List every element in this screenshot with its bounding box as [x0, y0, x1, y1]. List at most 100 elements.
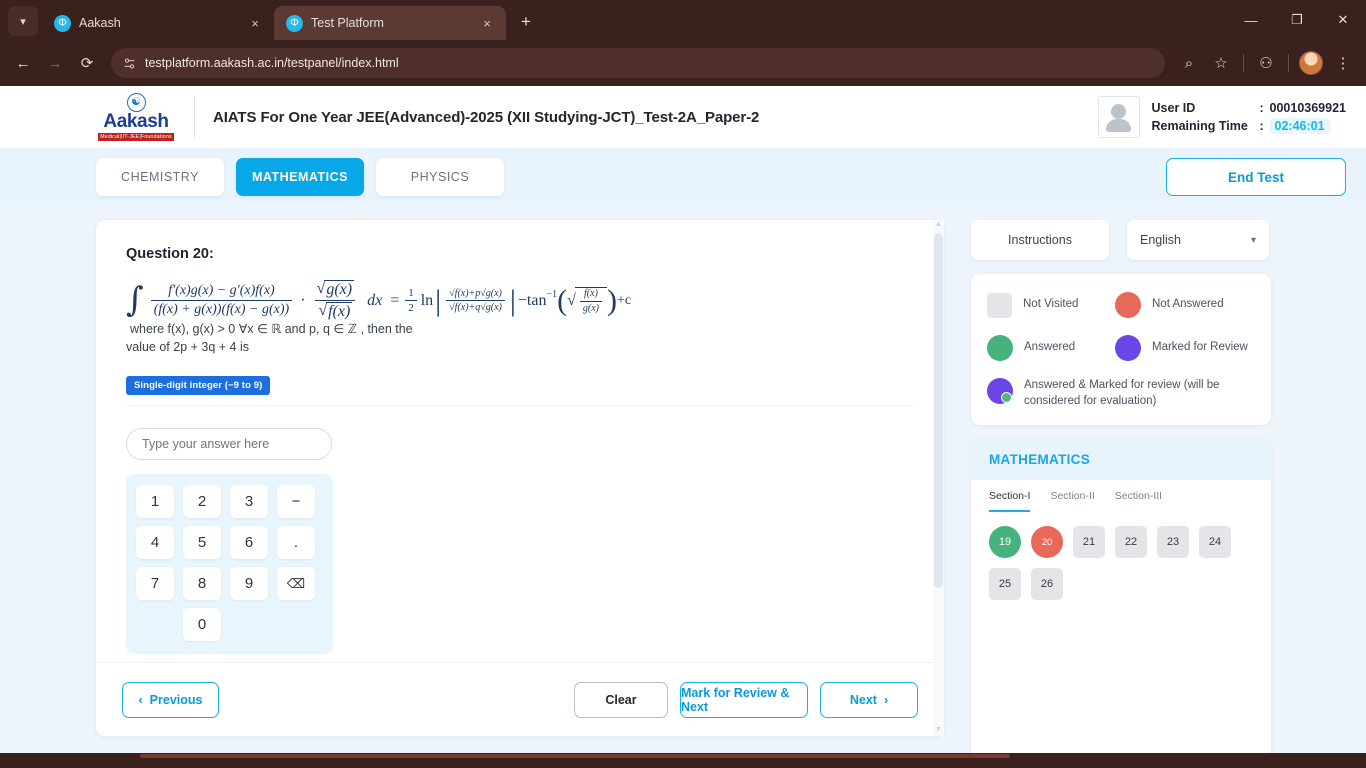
- extensions-icon[interactable]: ⚇: [1251, 48, 1281, 78]
- page-title: AIATS For One Year JEE(Advanced)-2025 (X…: [213, 108, 760, 126]
- body-area: Question 20: ∫ f′(x)g(x) − g′(x)f(x) (f(…: [0, 206, 1366, 758]
- palette-subject-title: MATHEMATICS: [971, 439, 1271, 481]
- tab-physics[interactable]: PHYSICS: [376, 158, 504, 196]
- profile-avatar[interactable]: [1296, 48, 1326, 78]
- next-button[interactable]: Next ›: [820, 681, 918, 718]
- legend-label: Answered: [1024, 341, 1076, 354]
- site-header: ☯ Aakash Medical|IIT-JEE|Foundations AIA…: [0, 86, 1366, 148]
- question-footer: ‹ Previous Clear Mark for Review & Next …: [96, 662, 944, 736]
- ratio-denominator: √f(x)+q√g(x): [446, 300, 505, 314]
- user-avatar: [1097, 96, 1140, 138]
- avatar: [1299, 51, 1323, 75]
- chevron-down-icon: ▾: [1250, 234, 1256, 246]
- tab-search-button[interactable]: ▾: [8, 6, 38, 36]
- previous-button[interactable]: ‹ Previous: [122, 681, 219, 718]
- close-icon[interactable]: ×: [246, 14, 264, 32]
- paren-left: (: [557, 283, 568, 317]
- question-scrollbar[interactable]: ▲ ▼: [933, 220, 944, 736]
- chevron-left-icon: ‹: [138, 692, 143, 707]
- dx: dx: [367, 291, 383, 309]
- legend-answered-and-marked: Answered & Marked for review (will be co…: [987, 378, 1255, 409]
- tab-chemistry[interactable]: CHEMISTRY: [96, 158, 224, 196]
- search-icon[interactable]: ⌕: [1174, 48, 1204, 78]
- question-number-button[interactable]: 24: [1199, 526, 1231, 559]
- minimize-icon[interactable]: —: [1228, 0, 1274, 40]
- key-1[interactable]: 1: [136, 485, 174, 519]
- sqrt-f: f(x): [326, 302, 353, 321]
- scrollbar-thumb[interactable]: [934, 233, 943, 588]
- question-number-button[interactable]: 20: [1031, 526, 1063, 559]
- scroll-up-icon[interactable]: ▲: [935, 220, 942, 231]
- maximize-icon[interactable]: ❐: [1274, 0, 1320, 40]
- key-dot[interactable]: .: [277, 526, 315, 560]
- header-divider: [194, 96, 195, 138]
- key-8[interactable]: 8: [183, 567, 221, 601]
- question-number-button[interactable]: 26: [1031, 568, 1063, 601]
- forward-icon[interactable]: →: [40, 48, 70, 78]
- question-number-button[interactable]: 21: [1073, 526, 1105, 559]
- language-selected-value: English: [1140, 233, 1181, 247]
- user-info: User ID : 00010369921 Remaining Time : 0…: [1097, 96, 1346, 138]
- close-icon[interactable]: ×: [478, 14, 496, 32]
- new-tab-button[interactable]: +: [512, 8, 540, 36]
- abs-bar-right: |: [509, 283, 516, 317]
- mark-for-review-next-button[interactable]: Mark for Review & Next: [680, 681, 808, 718]
- toolbar-divider: [1243, 54, 1244, 72]
- aakash-favicon: Φ: [54, 14, 71, 32]
- address-bar[interactable]: testplatform.aakash.ac.in/testpanel/inde…: [111, 48, 1165, 78]
- instructions-button[interactable]: Instructions: [971, 220, 1109, 260]
- browser-tab-aakash[interactable]: Φ Aakash ×: [42, 6, 274, 40]
- tab-strip: ▾ Φ Aakash × Φ Test Platform × + — ❐ ✕: [0, 0, 1366, 40]
- right-rail: Instructions English ▾ Not Visited Not A…: [971, 220, 1271, 758]
- subject-tab-bar: CHEMISTRY MATHEMATICS PHYSICS End Test: [0, 148, 1366, 206]
- url-text: testplatform.aakash.ac.in/testpanel/inde…: [145, 56, 399, 70]
- ln: ln: [420, 291, 434, 309]
- section-tab-1[interactable]: Section-I: [989, 490, 1031, 513]
- question-number-button[interactable]: 22: [1115, 526, 1147, 559]
- scrollbar-track[interactable]: [934, 231, 943, 725]
- aakash-logo[interactable]: ☯ Aakash Medical|IIT-JEE|Foundations: [88, 93, 184, 141]
- inner-numerator: f(x): [584, 288, 598, 300]
- close-window-icon[interactable]: ✕: [1320, 0, 1366, 40]
- question-number-button[interactable]: 23: [1157, 526, 1189, 559]
- site-settings-icon[interactable]: [123, 57, 136, 70]
- section-tab-2[interactable]: Section-II: [1050, 490, 1094, 512]
- key-5[interactable]: 5: [183, 526, 221, 560]
- colon: :: [1259, 100, 1264, 115]
- key-7[interactable]: 7: [136, 567, 174, 601]
- answer-type-badge: Single-digit integer (−9 to 9): [126, 376, 271, 396]
- question-number-button[interactable]: 19: [989, 526, 1021, 559]
- remaining-time-row: Remaining Time : 02:46:01: [1152, 117, 1346, 134]
- key-6[interactable]: 6: [230, 526, 268, 560]
- question-card-wrapper: Question 20: ∫ f′(x)g(x) − g′(x)f(x) (f(…: [96, 220, 944, 758]
- back-icon[interactable]: ←: [8, 48, 38, 78]
- bookmark-star-icon[interactable]: ☆: [1206, 48, 1236, 78]
- key-0[interactable]: 0: [183, 608, 221, 642]
- question-number-button[interactable]: 25: [989, 568, 1021, 601]
- browser-menu-icon[interactable]: ⋮: [1328, 48, 1358, 78]
- key-minus[interactable]: −: [277, 485, 315, 519]
- question-number: Question 20:: [126, 246, 214, 262]
- clear-button[interactable]: Clear: [574, 681, 668, 718]
- tab-mathematics[interactable]: MATHEMATICS: [236, 158, 364, 196]
- end-test-button[interactable]: End Test: [1166, 158, 1346, 196]
- paren-right: ): [607, 283, 618, 317]
- not-visited-swatch: [987, 292, 1012, 318]
- key-4[interactable]: 4: [136, 526, 174, 560]
- toolbar-divider: [1288, 54, 1289, 72]
- backspace-icon[interactable]: ⌫: [277, 567, 315, 601]
- answer-input[interactable]: [126, 428, 332, 461]
- legend-label: Not Answered: [1152, 298, 1224, 311]
- language-select[interactable]: English ▾: [1127, 220, 1269, 260]
- scroll-down-icon[interactable]: ▼: [935, 725, 942, 736]
- ratio-numerator: √f(x)+p√g(x): [449, 287, 502, 299]
- reload-icon[interactable]: ⟳: [72, 48, 102, 78]
- aakash-favicon: Φ: [286, 14, 303, 32]
- section-tab-3[interactable]: Section-III: [1115, 490, 1162, 512]
- user-id-row: User ID : 00010369921: [1152, 101, 1346, 115]
- question-scroll-area: Question 20: ∫ f′(x)g(x) − g′(x)f(x) (f(…: [96, 220, 944, 662]
- key-9[interactable]: 9: [230, 567, 268, 601]
- browser-tab-test-platform[interactable]: Φ Test Platform ×: [274, 6, 506, 40]
- key-2[interactable]: 2: [183, 485, 221, 519]
- key-3[interactable]: 3: [230, 485, 268, 519]
